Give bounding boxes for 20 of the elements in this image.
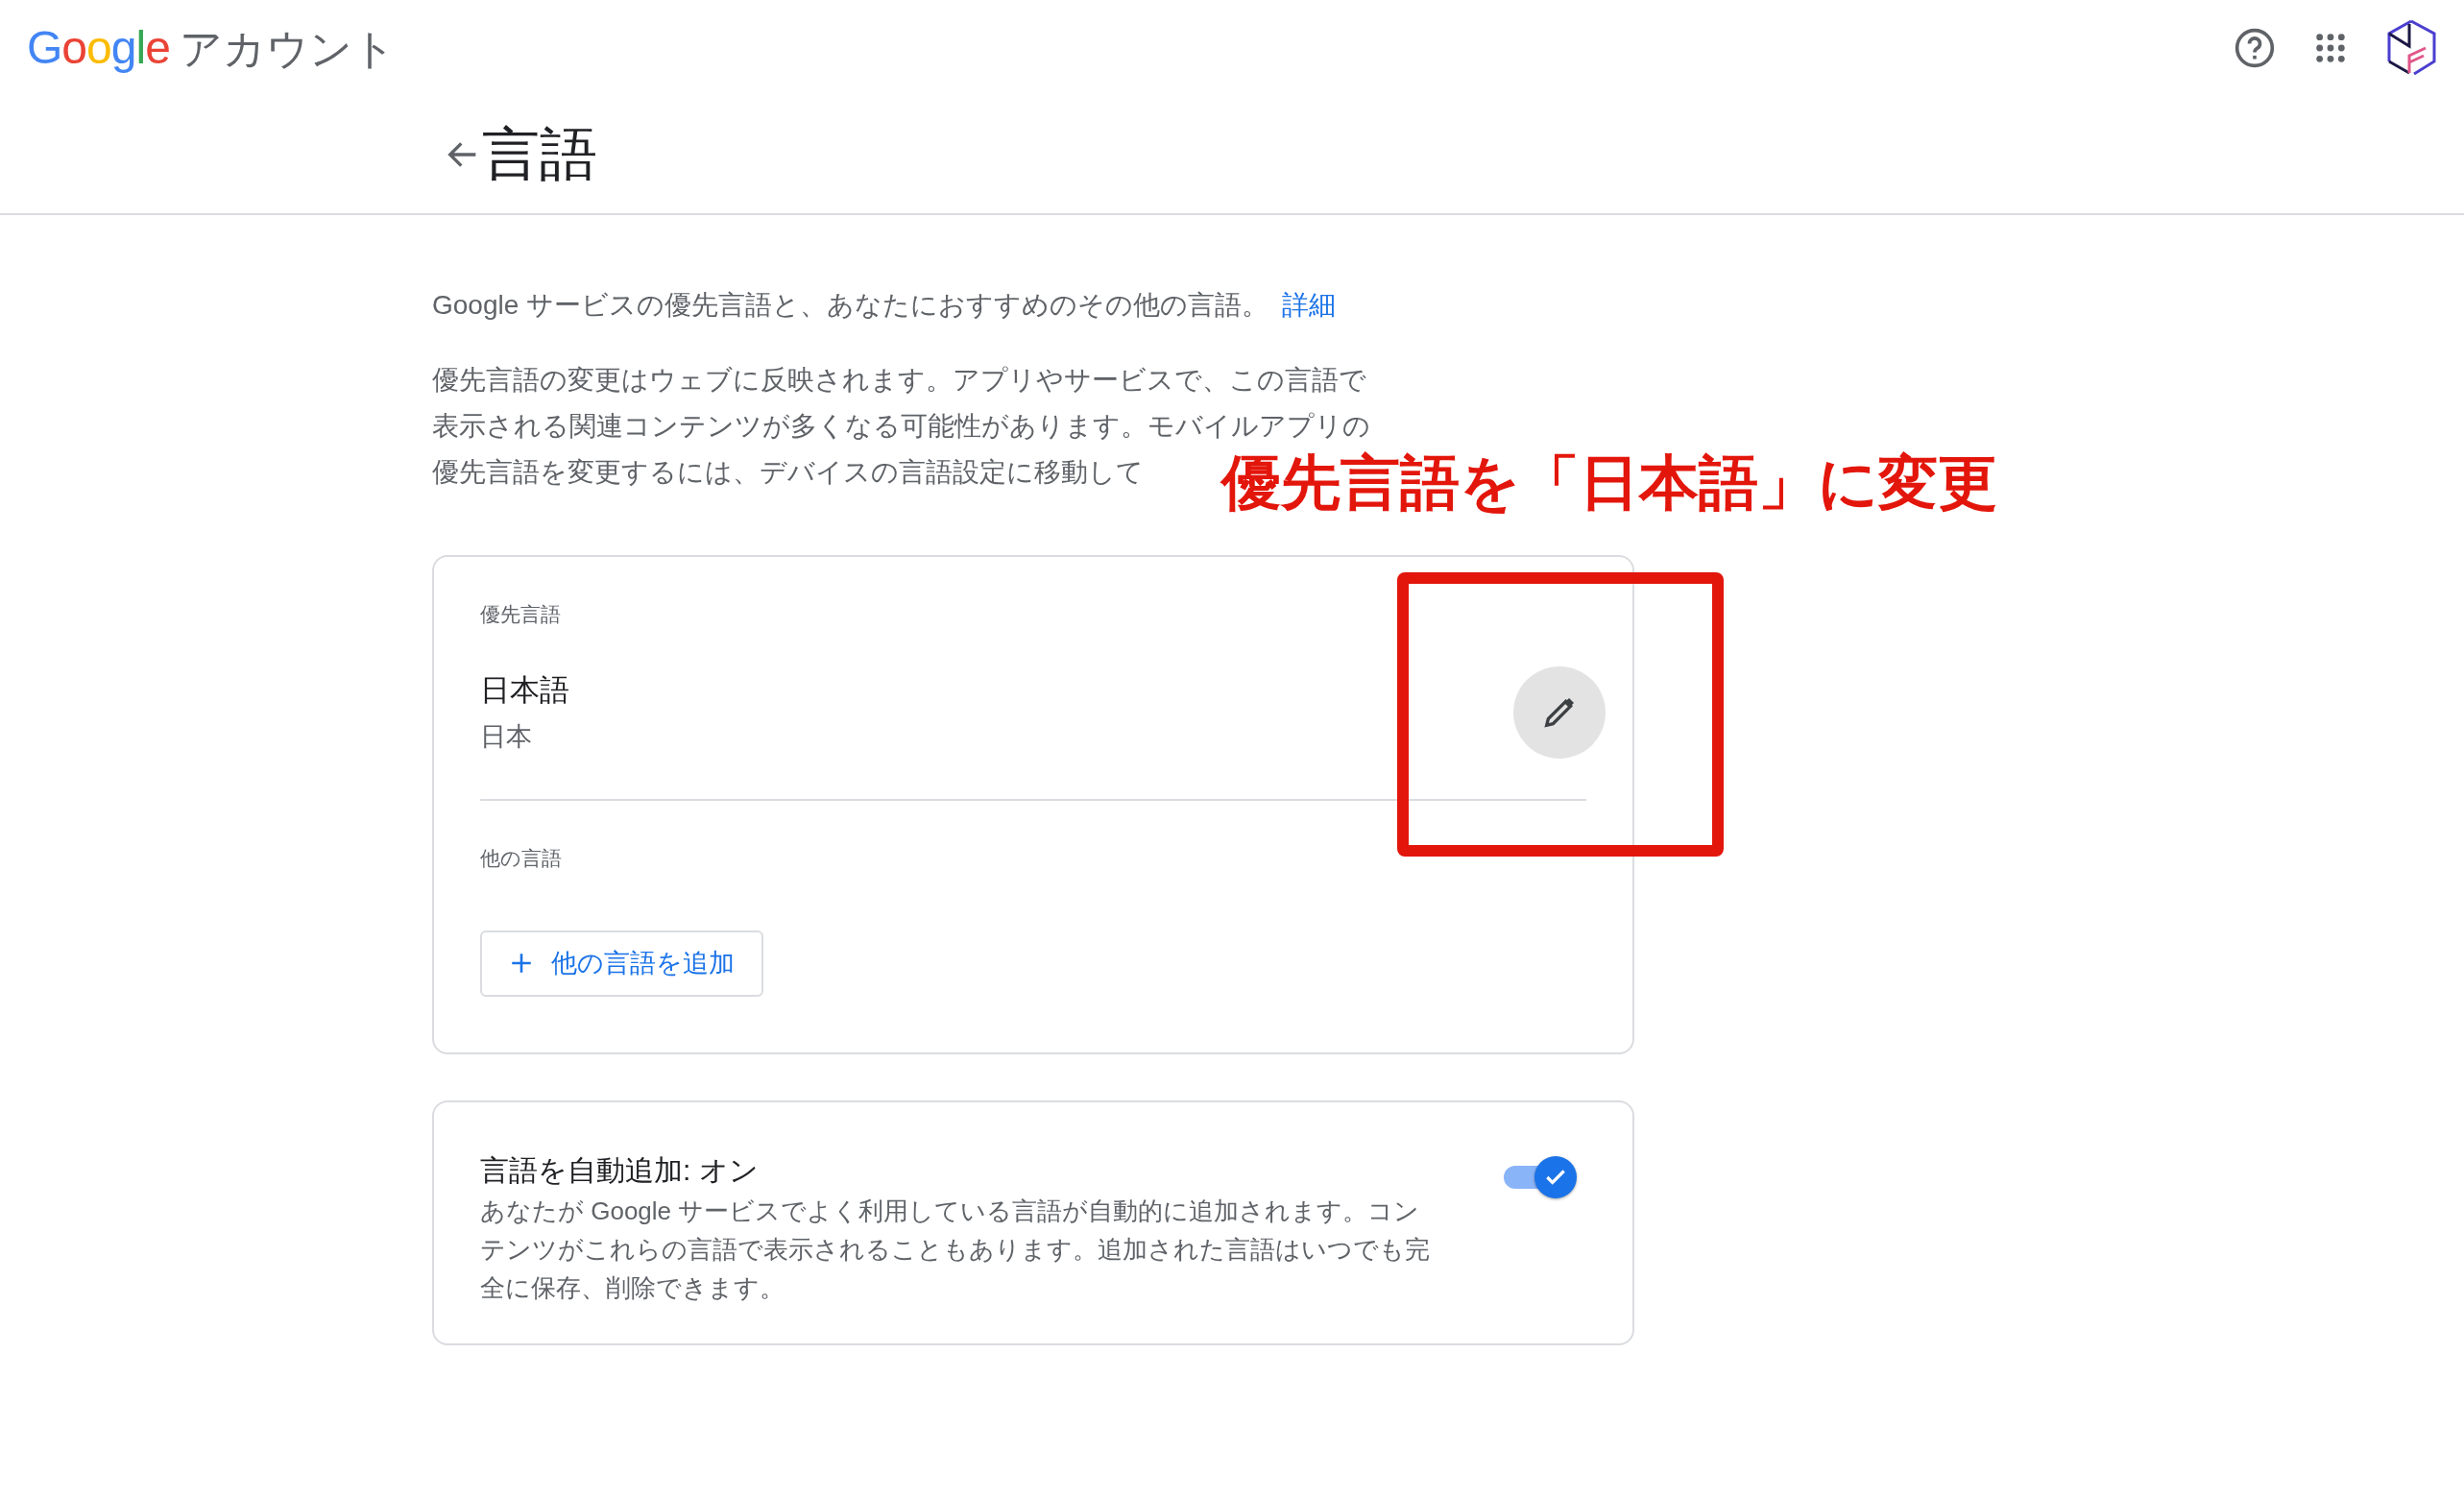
product-name: アカウント <box>179 24 396 74</box>
page-title: 言語 <box>482 121 597 188</box>
note-line: 優先言語を変更するには、デバイスの言語設定に移動して <box>432 456 1144 489</box>
setting-description: あなたが Google サービスでよく利用している言語が自動的に追加されます。コンテンツがこれらの言語で表示されることもあります。追加された言語はいつでも完全に保存、削除できます。 <box>480 1195 1431 1304</box>
google-logo[interactable]: Google <box>27 13 170 83</box>
annotation-text: 優先言語を「日本語」に変更 <box>1221 453 1997 513</box>
help-icon[interactable] <box>2234 27 2276 69</box>
note-line: 表示される関連コンテンツが多くなる可能性があります。モバイルアプリの <box>432 410 1370 443</box>
intro-text: Google サービスの優先言語と、あなたにおすすめのその他の言語。 詳細 <box>432 289 1338 322</box>
language-region: 日本 <box>480 720 533 753</box>
add-language-button[interactable]: 他の言語を追加 <box>480 930 763 997</box>
language-name: 日本語 <box>480 672 569 709</box>
hexagon-avatar-icon[interactable] <box>2385 19 2437 77</box>
note-line: 優先言語の変更はウェブに反映されます。アプリやサービスで、この言語で <box>432 364 1366 397</box>
section-label: 他の言語 <box>480 845 563 871</box>
section-label: 優先言語 <box>480 602 562 627</box>
details-link[interactable]: 詳細 <box>1282 290 1337 320</box>
auto-add-toggle[interactable] <box>1504 1155 1577 1198</box>
setting-title: 言語を自動追加: オン <box>480 1152 760 1188</box>
apps-icon[interactable] <box>2314 32 2347 64</box>
